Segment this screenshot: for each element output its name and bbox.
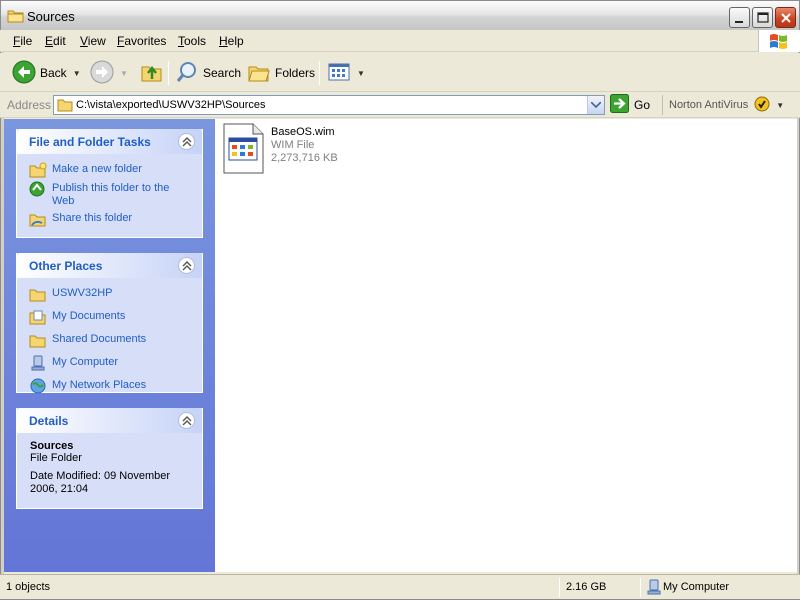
place-my-computer[interactable]: My Computer (29, 355, 192, 371)
share-folder-icon (29, 211, 47, 227)
file-name: BaseOS.wim (271, 126, 335, 138)
task-pane: File and Folder Tasks Make a new folder … (4, 119, 215, 572)
norton-label: Norton AntiVirus (669, 99, 749, 111)
back-arrow-icon (12, 60, 36, 87)
details-panel: Details Sources File Folder Date Modifie… (16, 408, 203, 509)
views-icon (327, 60, 351, 87)
place-uswv32hp[interactable]: USWV32HP (29, 286, 192, 302)
details-name: Sources (30, 440, 74, 452)
status-size: 2.16 GB (566, 581, 607, 593)
address-dropdown-button[interactable] (587, 96, 604, 114)
views-button[interactable]: ▼ (327, 59, 365, 87)
wim-file-icon (223, 123, 265, 178)
up-folder-button[interactable] (140, 59, 164, 87)
search-button[interactable]: Search (175, 59, 241, 87)
file-size: 2,273,716 KB (271, 152, 338, 164)
collapse-chevron-icon[interactable] (178, 412, 195, 429)
task-share-folder[interactable]: Share this folder (29, 211, 192, 227)
go-arrow-icon (610, 94, 629, 116)
up-folder-icon (140, 60, 164, 87)
status-objects: 1 objects (6, 581, 51, 593)
status-bar: 1 objects 2.16 GB My Computer (0, 574, 800, 600)
menu-view[interactable]: View (80, 34, 106, 48)
folders-icon (247, 60, 271, 87)
details-header[interactable]: Details (17, 408, 202, 433)
address-bar: Address C:\vista\exported\USWV32HP\Sourc… (0, 92, 800, 118)
file-item[interactable]: BaseOS.wim WIM File 2,273,716 KB (223, 123, 383, 175)
my-documents-icon (29, 309, 47, 325)
new-folder-icon (29, 162, 47, 178)
publish-web-icon (29, 181, 47, 197)
folders-button[interactable]: Folders (247, 59, 315, 87)
menu-help[interactable]: Help (219, 34, 244, 48)
place-shared-documents[interactable]: Shared Documents (29, 332, 192, 348)
search-label: Search (203, 66, 242, 80)
toolbar: Back ▼ ▼ Search Folders ▼ (0, 53, 800, 92)
panel-title: File and Folder Tasks (29, 135, 151, 149)
computer-icon (647, 579, 661, 598)
back-label: Back (40, 66, 67, 80)
task-publish-folder-web[interactable]: Publish this folder to the Web (29, 181, 192, 208)
place-my-documents[interactable]: My Documents (29, 309, 192, 325)
go-button[interactable]: Go (610, 94, 651, 116)
forward-button[interactable]: ▼ (90, 59, 128, 87)
forward-dropdown-icon[interactable]: ▼ (120, 69, 128, 78)
go-label: Go (634, 98, 651, 112)
panel-title: Details (29, 414, 69, 428)
file-folder-tasks-panel: File and Folder Tasks Make a new folder … (16, 129, 203, 238)
file-type: WIM File (271, 139, 315, 151)
close-button[interactable] (775, 7, 796, 28)
address-path: C:\vista\exported\USWV32HP\Sources (76, 99, 266, 111)
norton-antivirus-toolbar[interactable]: Norton AntiVirus ▼ (662, 95, 784, 115)
title-bar[interactable]: Sources (0, 0, 800, 30)
place-my-network-places[interactable]: My Network Places (29, 378, 192, 394)
menu-tools[interactable]: Tools (178, 34, 206, 48)
menu-bar: File Edit View Favorites Tools Help (0, 30, 800, 52)
folder-icon (29, 286, 47, 302)
file-folder-tasks-header[interactable]: File and Folder Tasks (17, 129, 202, 154)
menu-edit[interactable]: Edit (45, 34, 66, 48)
address-label: Address (7, 98, 52, 112)
details-type: File Folder (30, 452, 82, 464)
folder-icon (57, 98, 73, 115)
collapse-chevron-icon[interactable] (178, 133, 195, 150)
back-button[interactable]: Back ▼ (12, 59, 81, 87)
norton-dropdown-icon[interactable]: ▼ (776, 101, 784, 110)
computer-icon (29, 355, 47, 371)
file-list-pane[interactable]: BaseOS.wim WIM File 2,273,716 KB (215, 119, 797, 572)
shared-folder-icon (29, 332, 47, 348)
status-zone: My Computer (663, 581, 730, 593)
menu-favorites[interactable]: Favorites (117, 34, 166, 48)
views-dropdown-icon[interactable]: ▼ (357, 69, 365, 78)
folders-label: Folders (275, 66, 316, 80)
window-title: Sources (27, 9, 75, 24)
forward-arrow-icon (90, 60, 114, 87)
task-make-new-folder[interactable]: Make a new folder (29, 162, 192, 178)
collapse-chevron-icon[interactable] (178, 257, 195, 274)
panel-title: Other Places (29, 259, 103, 273)
windows-logo (758, 30, 800, 52)
norton-icon (754, 96, 770, 115)
minimize-button[interactable] (729, 7, 750, 28)
network-icon (29, 378, 47, 394)
details-modified: Date Modified: 09 November 2006, 21:04 (30, 470, 171, 495)
menu-file[interactable]: File (13, 34, 32, 48)
search-icon (175, 60, 199, 87)
other-places-header[interactable]: Other Places (17, 253, 202, 278)
address-input[interactable]: C:\vista\exported\USWV32HP\Sources (53, 95, 605, 115)
folder-icon (7, 8, 24, 26)
maximize-button[interactable] (752, 7, 773, 28)
back-dropdown-icon[interactable]: ▼ (73, 69, 81, 78)
other-places-panel: Other Places USWV32HP My Documents Share… (16, 253, 203, 394)
